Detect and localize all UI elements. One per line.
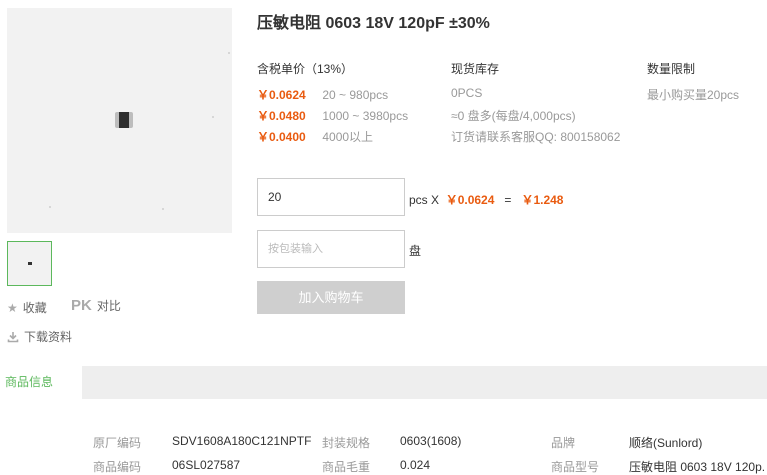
product-thumbnail[interactable] bbox=[7, 241, 52, 286]
download-label: 下载资料 bbox=[24, 330, 73, 344]
tier-range: 20 ~ 980pcs bbox=[322, 88, 389, 102]
add-to-cart-button[interactable]: 加入购物车 bbox=[257, 281, 405, 314]
download-datasheet-button[interactable]: 下载资料 bbox=[7, 328, 72, 345]
price-header: 含税单价（13%） bbox=[257, 62, 354, 76]
spec-value: SDV1608A180C121NPTF bbox=[172, 434, 312, 448]
spec-value: 0.024 bbox=[400, 458, 431, 472]
product-main-image bbox=[7, 8, 232, 233]
spec-value: 0603(1608) bbox=[400, 434, 462, 448]
tab-bar bbox=[0, 366, 767, 399]
tier-range: 1000 ~ 3980pcs bbox=[322, 109, 409, 123]
tier-price: ￥0.0624 bbox=[257, 88, 306, 102]
chip-varistor-image bbox=[115, 112, 133, 128]
favorite-label: 收藏 bbox=[22, 301, 47, 315]
spec-label: 品牌 bbox=[551, 436, 576, 450]
equals-sign: = bbox=[504, 193, 512, 207]
spec-label: 原厂编码 bbox=[93, 436, 142, 450]
favorite-button[interactable]: ★ 收藏 bbox=[7, 299, 47, 316]
stock-reels: ≈0 盘多(每盘/4,000pcs) bbox=[451, 109, 576, 123]
spec-label: 商品型号 bbox=[551, 460, 600, 474]
pk-icon: PK bbox=[71, 297, 92, 314]
image-speck bbox=[49, 206, 51, 208]
quantity-input[interactable]: 20 bbox=[257, 178, 405, 216]
limit-header: 数量限制 bbox=[647, 62, 696, 76]
spec-label: 商品毛重 bbox=[322, 460, 371, 474]
star-icon: ★ bbox=[7, 300, 18, 315]
stock-header: 现货库存 bbox=[451, 62, 500, 76]
compare-label: 对比 bbox=[96, 299, 121, 313]
tier-price: ￥0.0400 bbox=[257, 130, 306, 144]
tab-product-info[interactable]: 商品信息 bbox=[0, 366, 82, 399]
spec-label: 商品编码 bbox=[93, 460, 142, 474]
stock-contact: 订货请联系客服QQ: 800158062 bbox=[451, 130, 621, 144]
image-speck bbox=[228, 52, 230, 54]
spec-value: 顺络(Sunlord) bbox=[629, 436, 703, 450]
product-title: 压敏电阻 0603 18V 120pF ±30% bbox=[257, 15, 490, 32]
image-speck bbox=[162, 208, 164, 210]
tier-price: ￥0.0480 bbox=[257, 109, 306, 123]
reel-input[interactable]: 按包装输入 bbox=[257, 230, 405, 268]
compare-button[interactable]: PK 对比 bbox=[71, 297, 121, 314]
spec-label: 封装规格 bbox=[322, 436, 371, 450]
min-purchase: 最小购买量20pcs bbox=[647, 88, 740, 102]
stock-quantity: 0PCS bbox=[451, 86, 483, 100]
calc-unit-price: ￥0.0624 bbox=[445, 193, 495, 207]
spec-value: 06SL027587 bbox=[172, 458, 241, 472]
total-price: ￥1.248 bbox=[521, 193, 564, 207]
qty-unit: pcs X bbox=[409, 193, 440, 207]
reel-unit: 盘 bbox=[409, 244, 422, 258]
thumbnail-chip bbox=[28, 262, 32, 265]
spec-value: 压敏电阻 0603 18V 120p. bbox=[629, 460, 765, 474]
price-tier: ￥0.0480 1000 ~ 3980pcs bbox=[257, 107, 408, 124]
tier-range: 4000以上 bbox=[322, 130, 374, 144]
image-speck bbox=[212, 116, 214, 118]
price-tier: ￥0.0624 20 ~ 980pcs bbox=[257, 86, 388, 103]
price-calculation: pcs X ￥0.0624 = ￥1.248 bbox=[409, 191, 563, 208]
download-icon bbox=[7, 331, 19, 342]
price-tier: ￥0.0400 4000以上 bbox=[257, 128, 373, 145]
